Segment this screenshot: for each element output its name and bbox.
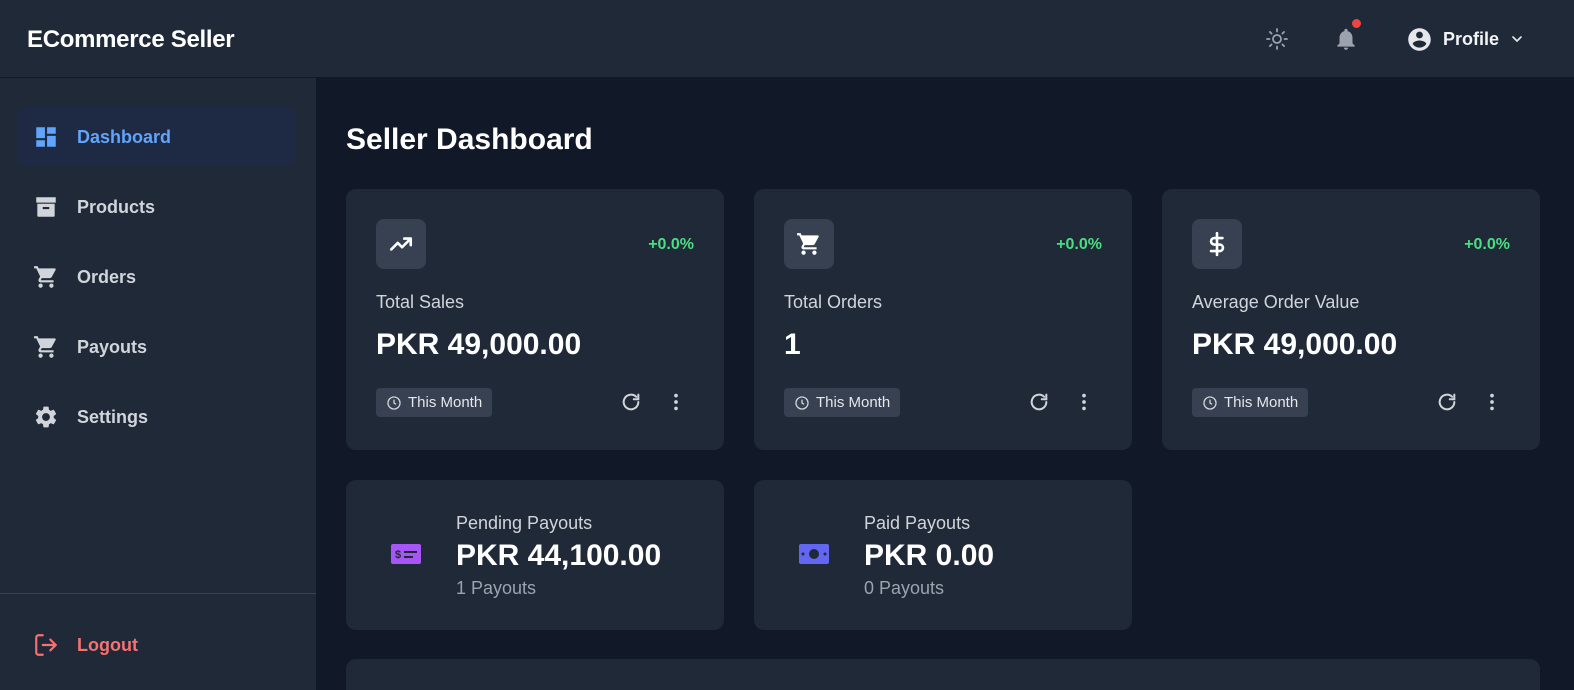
more-options-button[interactable] bbox=[663, 389, 689, 415]
refresh-button[interactable] bbox=[1026, 389, 1052, 415]
profile-label: Profile bbox=[1443, 28, 1500, 49]
logout-label: Logout bbox=[77, 634, 138, 655]
more-vertical-icon bbox=[1490, 393, 1494, 411]
logout-icon bbox=[33, 632, 59, 658]
svg-text:$: $ bbox=[395, 549, 401, 561]
refresh-button[interactable] bbox=[1434, 389, 1460, 415]
period-selector[interactable]: This Month bbox=[376, 388, 493, 417]
more-vertical-icon bbox=[674, 393, 678, 411]
stat-change: +0.0% bbox=[1056, 236, 1102, 253]
refresh-icon bbox=[622, 393, 640, 411]
sun-icon bbox=[1266, 28, 1288, 50]
more-options-button[interactable] bbox=[1479, 389, 1505, 415]
content-panel bbox=[346, 659, 1540, 690]
archive-box-icon bbox=[33, 194, 59, 220]
sidebar-divider bbox=[0, 593, 316, 594]
logout-button[interactable]: Logout bbox=[17, 616, 296, 674]
stat-card-total-orders: +0.0% Total Orders 1 This Month bbox=[754, 189, 1132, 450]
sidebar-item-products[interactable]: Products bbox=[17, 178, 296, 236]
refresh-button[interactable] bbox=[618, 389, 644, 415]
payout-label: Paid Payouts bbox=[864, 513, 971, 533]
profile-menu-button[interactable]: Profile bbox=[1406, 24, 1525, 54]
sidebar-item-label: Settings bbox=[77, 406, 149, 427]
sidebar-item-dashboard[interactable]: Dashboard bbox=[17, 108, 296, 166]
refresh-icon bbox=[1438, 393, 1456, 411]
cart-icon bbox=[33, 264, 59, 290]
sidebar-item-payouts[interactable]: Payouts bbox=[17, 318, 296, 376]
stat-card-total-sales: +0.0% Total Sales PKR 49,000.00 This Mon… bbox=[346, 189, 724, 450]
stat-value: PKR 49,000.00 bbox=[376, 328, 582, 361]
sidebar-item-label: Dashboard bbox=[77, 126, 172, 147]
chevron-down-icon bbox=[1512, 36, 1522, 42]
period-label: This Month bbox=[1224, 394, 1299, 411]
theme-toggle-button[interactable] bbox=[1264, 26, 1290, 52]
stat-card-average-order-value: +0.0% Average Order Value PKR 49,000.00 … bbox=[1162, 189, 1540, 450]
top-bar: ECommerce Seller Profile bbox=[0, 0, 1574, 78]
sidebar-item-orders[interactable]: Orders bbox=[17, 248, 296, 306]
bell-icon bbox=[1337, 28, 1355, 50]
period-selector[interactable]: This Month bbox=[784, 388, 901, 417]
sidebar-item-settings[interactable]: Settings bbox=[17, 388, 296, 446]
cart-icon bbox=[33, 334, 59, 360]
stat-label: Total Sales bbox=[376, 292, 465, 312]
period-label: This Month bbox=[408, 394, 483, 411]
sidebar-item-label: Payouts bbox=[77, 336, 148, 357]
stat-value: PKR 49,000.00 bbox=[1192, 328, 1398, 361]
paid-payouts-card: Paid Payouts PKR 0.00 0 Payouts bbox=[754, 480, 1132, 630]
stat-change: +0.0% bbox=[1464, 236, 1510, 253]
cart-icon bbox=[784, 219, 834, 269]
sidebar-item-label: Orders bbox=[77, 266, 137, 287]
clock-icon bbox=[1203, 395, 1217, 410]
page-title: Seller Dashboard bbox=[346, 123, 593, 156]
notification-dot bbox=[1352, 19, 1361, 28]
clock-icon bbox=[387, 395, 401, 410]
more-vertical-icon bbox=[1082, 393, 1086, 411]
stat-change: +0.0% bbox=[648, 236, 694, 253]
payout-value: PKR 0.00 bbox=[864, 539, 995, 572]
stat-value: 1 bbox=[784, 328, 801, 361]
payout-check-icon: $ bbox=[390, 541, 422, 567]
account-circle-icon bbox=[1408, 27, 1431, 51]
pending-payouts-card: $ Pending Payouts PKR 44,100.00 1 Payout… bbox=[346, 480, 724, 630]
banknote-icon bbox=[798, 541, 830, 567]
more-options-button[interactable] bbox=[1071, 389, 1097, 415]
payout-label: Pending Payouts bbox=[456, 513, 593, 533]
stat-label: Average Order Value bbox=[1192, 292, 1360, 312]
notifications-button[interactable] bbox=[1331, 19, 1361, 55]
dashboard-icon bbox=[33, 124, 59, 150]
payout-value: PKR 44,100.00 bbox=[456, 539, 662, 572]
stat-label: Total Orders bbox=[784, 292, 883, 312]
dollar-icon bbox=[1192, 219, 1242, 269]
period-label: This Month bbox=[816, 394, 891, 411]
period-selector[interactable]: This Month bbox=[1192, 388, 1309, 417]
trending-up-icon bbox=[376, 219, 426, 269]
clock-icon bbox=[795, 395, 809, 410]
gear-icon bbox=[33, 404, 59, 430]
sidebar-item-label: Products bbox=[77, 196, 156, 217]
payout-count: 1 Payouts bbox=[456, 578, 537, 598]
sidebar: Dashboard Products Orders Payouts Settin… bbox=[0, 78, 316, 690]
payout-count: 0 Payouts bbox=[864, 578, 945, 598]
brand-title: ECommerce Seller bbox=[27, 26, 235, 53]
refresh-icon bbox=[1030, 393, 1048, 411]
